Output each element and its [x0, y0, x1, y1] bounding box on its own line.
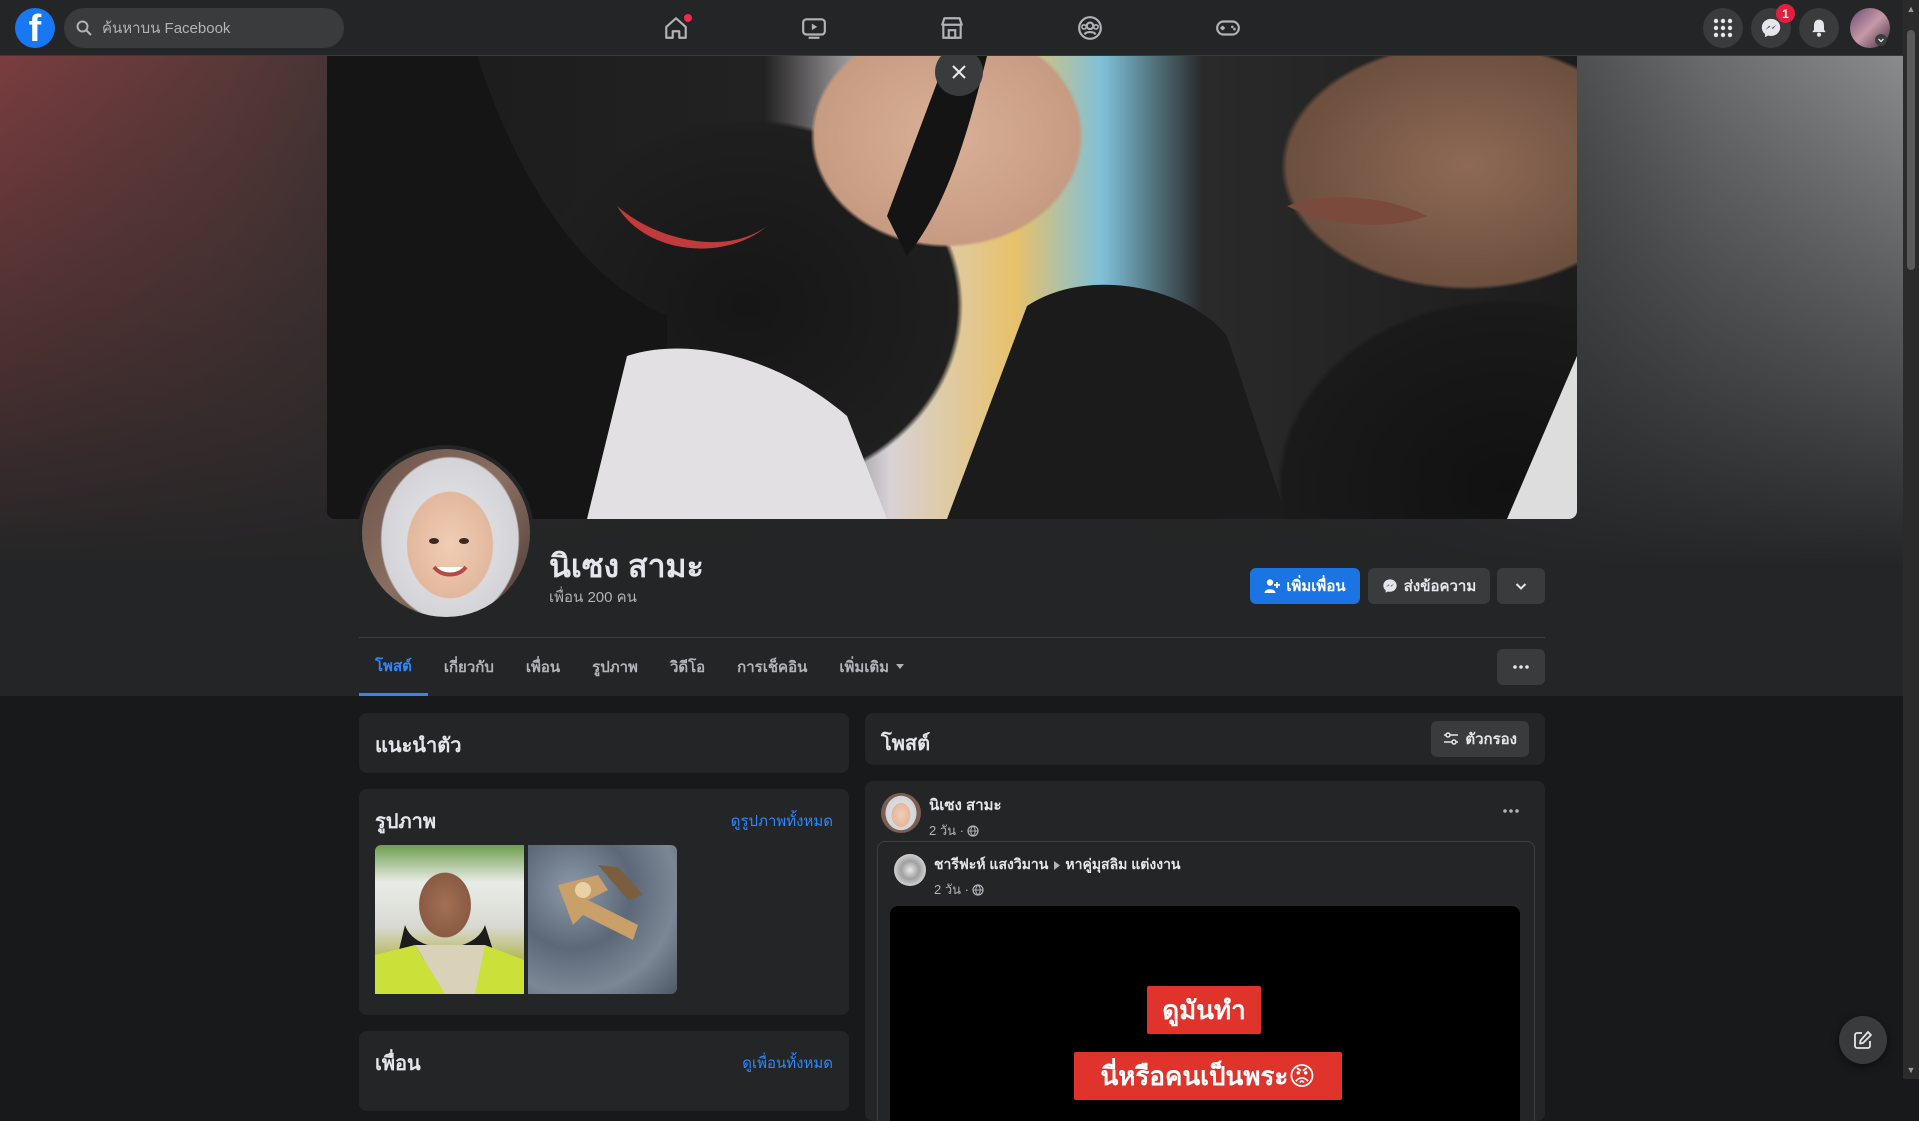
chevron-down-icon [1875, 34, 1887, 46]
friend-count[interactable]: เพื่อน 200 คน [549, 585, 637, 609]
facebook-f-icon: f [28, 8, 42, 48]
post-author-name[interactable]: นิเซง สามะ [929, 793, 1002, 817]
messenger-icon [1383, 579, 1397, 593]
photo-thumbnail-2[interactable] [528, 845, 677, 994]
post-timestamp[interactable]: 2 วัน · [929, 820, 964, 841]
page-scrollbar[interactable]: ▲ ▼ [1903, 0, 1919, 1079]
notification-dot [684, 14, 692, 22]
caret-right-icon [1054, 860, 1061, 870]
add-person-icon [1264, 579, 1281, 593]
friends-title[interactable]: เพื่อน [375, 1047, 421, 1079]
nav-groups[interactable] [1040, 0, 1140, 56]
posts-header-card: โพสต์ ตัวกรอง [865, 713, 1545, 765]
facebook-logo[interactable]: f [15, 8, 55, 48]
bell-icon [1812, 19, 1826, 37]
tab-photos[interactable]: รูปภาพ [576, 638, 654, 696]
more-actions-dropdown[interactable] [1497, 568, 1545, 604]
filter-sliders-icon [1444, 732, 1459, 745]
intro-title: แนะนำตัว [375, 735, 462, 757]
shared-post-header: ชารีฟะห์ แสงวิมาน หาคู่มุสลิม แต่งงาน 2 … [934, 854, 1181, 900]
keys-image [558, 865, 643, 940]
post-card: นิเซง สามะ 2 วัน · ชารีฟะห์ แสงวิมาน หาค… [865, 781, 1545, 1121]
new-message-button[interactable] [1839, 1016, 1887, 1064]
shared-group-name[interactable]: หาคู่มุสลิม แต่งงาน [1065, 854, 1180, 876]
post-author-avatar[interactable] [881, 793, 921, 833]
shared-post[interactable]: ชารีฟะห์ แสงวิมาน หาคู่มุสลิม แต่งงาน 2 … [877, 841, 1535, 1121]
search-box[interactable] [64, 8, 344, 48]
grid-menu-icon [1713, 18, 1733, 38]
caret-down-icon [896, 664, 905, 669]
posts-title: โพสต์ [881, 733, 931, 755]
nav-watch[interactable] [764, 0, 864, 56]
post-options-button[interactable] [1493, 799, 1529, 823]
photos-card: รูปภาพ ดูรูปภาพทั้งหมด [359, 789, 849, 1015]
filter-button[interactable]: ตัวกรอง [1431, 721, 1529, 757]
intro-card: แนะนำตัว [359, 713, 849, 773]
scroll-down-arrow[interactable]: ▼ [1906, 1065, 1916, 1075]
nav-gaming[interactable] [1178, 0, 1278, 56]
tab-checkins[interactable]: การเช็คอิน [721, 638, 823, 696]
friends-card: เพื่อน ดูเพื่อนทั้งหมด [359, 1031, 849, 1111]
globe-icon [972, 883, 984, 896]
add-friend-button[interactable]: เพิ่มเพื่อน [1250, 568, 1360, 604]
compose-icon [1854, 1031, 1872, 1049]
profile-tabs: โพสต์ เกี่ยวกับ เพื่อน รูปภาพ วิดีโอ การ… [359, 638, 921, 696]
send-message-label: ส่งข้อความ [1403, 578, 1477, 595]
notifications-button[interactable] [1799, 8, 1839, 48]
nav-home[interactable] [626, 0, 726, 56]
profile-picture[interactable] [358, 445, 534, 621]
tab-friends[interactable]: เพื่อน [510, 638, 576, 696]
more-horizontal-icon [1503, 809, 1519, 813]
video-player[interactable]: ดูมันทำ นี่หรือคนเป็นพระ😡 [890, 906, 1520, 1121]
gamepad-icon [1216, 20, 1240, 36]
see-all-friends-link[interactable]: ดูเพื่อนทั้งหมด [742, 1051, 833, 1075]
tab-more-label: เพิ่มเติม [839, 659, 890, 676]
tab-videos[interactable]: วิดีโอ [654, 638, 721, 696]
post-header: นิเซง สามะ 2 วัน · [929, 793, 1002, 841]
see-all-photos-link[interactable]: ดูรูปภาพทั้งหมด [731, 809, 833, 833]
tab-posts[interactable]: โพสต์ [359, 638, 428, 696]
tab-options-button[interactable] [1497, 649, 1545, 685]
shared-author-name[interactable]: ชารีฟะห์ แสงวิมาน [934, 854, 1048, 876]
shared-timestamp[interactable]: 2 วัน · [934, 879, 969, 900]
profile-photo-face [429, 538, 469, 577]
photo-person-detail [375, 925, 524, 994]
search-input[interactable] [100, 18, 324, 38]
search-icon [76, 20, 92, 36]
nav-marketplace[interactable] [902, 0, 1002, 56]
shared-author-avatar[interactable] [894, 854, 926, 886]
photo-thumbnail-1[interactable] [375, 845, 524, 994]
chevron-down-icon [1515, 583, 1527, 590]
close-icon [952, 65, 966, 79]
marketplace-icon [941, 17, 963, 39]
video-caption-1: ดูมันทำ [1147, 986, 1261, 1034]
scroll-up-arrow[interactable]: ▲ [1906, 4, 1916, 14]
more-horizontal-icon [1513, 665, 1529, 669]
video-icon [802, 18, 826, 39]
tab-more[interactable]: เพิ่มเติม [823, 638, 921, 696]
filter-label: ตัวกรอง [1465, 731, 1517, 748]
menu-button[interactable] [1703, 8, 1743, 48]
top-navigation-bar: f 1 [0, 0, 1903, 56]
video-caption-2: นี่หรือคนเป็นพระ😡 [1074, 1052, 1342, 1100]
add-friend-label: เพิ่มเพื่อน [1286, 578, 1346, 595]
messenger-button[interactable]: 1 [1751, 4, 1795, 48]
scroll-thumb[interactable] [1907, 30, 1915, 270]
messenger-badge: 1 [1776, 4, 1795, 23]
send-message-button[interactable]: ส่งข้อความ [1368, 568, 1490, 604]
globe-icon [967, 824, 979, 837]
photos-title[interactable]: รูปภาพ [375, 805, 436, 837]
tab-about[interactable]: เกี่ยวกับ [428, 638, 510, 696]
groups-icon [1078, 16, 1102, 40]
